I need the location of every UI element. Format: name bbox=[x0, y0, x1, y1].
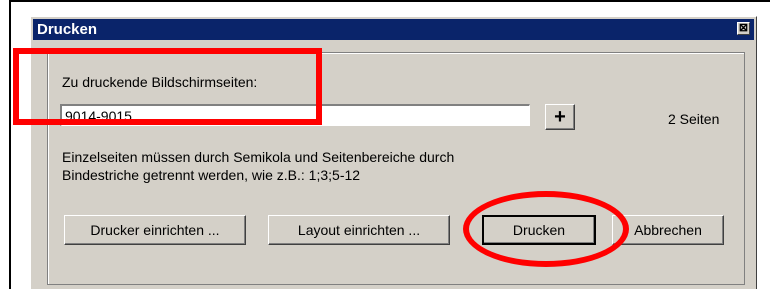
screenshot-frame-left bbox=[9, 0, 11, 289]
add-pages-button[interactable]: + bbox=[545, 104, 575, 130]
hint-line-1: Einzelseiten müssen durch Semikola und S… bbox=[62, 149, 455, 165]
printer-setup-button[interactable]: Drucker einrichten ... bbox=[64, 215, 246, 245]
screenshot-frame-top bbox=[9, 0, 770, 2]
hint-line-2: Bindestriche getrennt werden, wie z.B.: … bbox=[62, 167, 361, 183]
pages-hint-text: Einzelseiten müssen durch Semikola und S… bbox=[62, 148, 454, 184]
dialog-title: Drucken bbox=[37, 21, 98, 38]
page-count-label: 2 Seiten bbox=[668, 111, 720, 127]
annotation-highlight-rectangle bbox=[13, 48, 322, 125]
layout-setup-button[interactable]: Layout einrichten ... bbox=[268, 215, 450, 245]
annotation-highlight-ellipse bbox=[463, 191, 629, 267]
close-icon[interactable]: ⊠ bbox=[737, 22, 750, 35]
dialog-titlebar: Drucken ⊠ bbox=[33, 19, 754, 40]
